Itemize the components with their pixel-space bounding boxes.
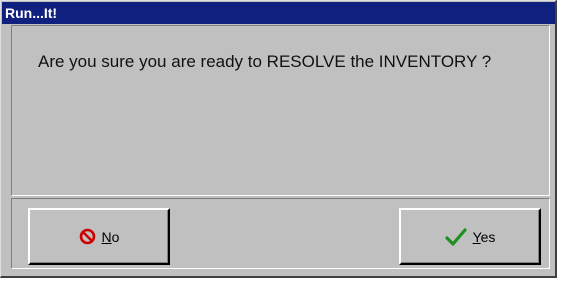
checkmark-icon bbox=[444, 227, 467, 246]
yes-button[interactable]: Yes bbox=[399, 208, 541, 265]
title-bar: Run...It! bbox=[2, 2, 555, 24]
message-panel: Are you sure you are ready to RESOLVE th… bbox=[11, 25, 550, 196]
no-button-label: No bbox=[101, 228, 120, 245]
prohibited-icon bbox=[79, 228, 96, 245]
yes-button-label: Yes bbox=[472, 228, 496, 245]
window-title: Run...It! bbox=[5, 5, 58, 21]
button-panel: No Yes bbox=[11, 198, 550, 269]
no-button[interactable]: No bbox=[28, 208, 170, 265]
confirmation-message: Are you sure you are ready to RESOLVE th… bbox=[38, 52, 492, 71]
confirm-dialog: Run...It! Are you sure you are ready to … bbox=[0, 0, 557, 278]
